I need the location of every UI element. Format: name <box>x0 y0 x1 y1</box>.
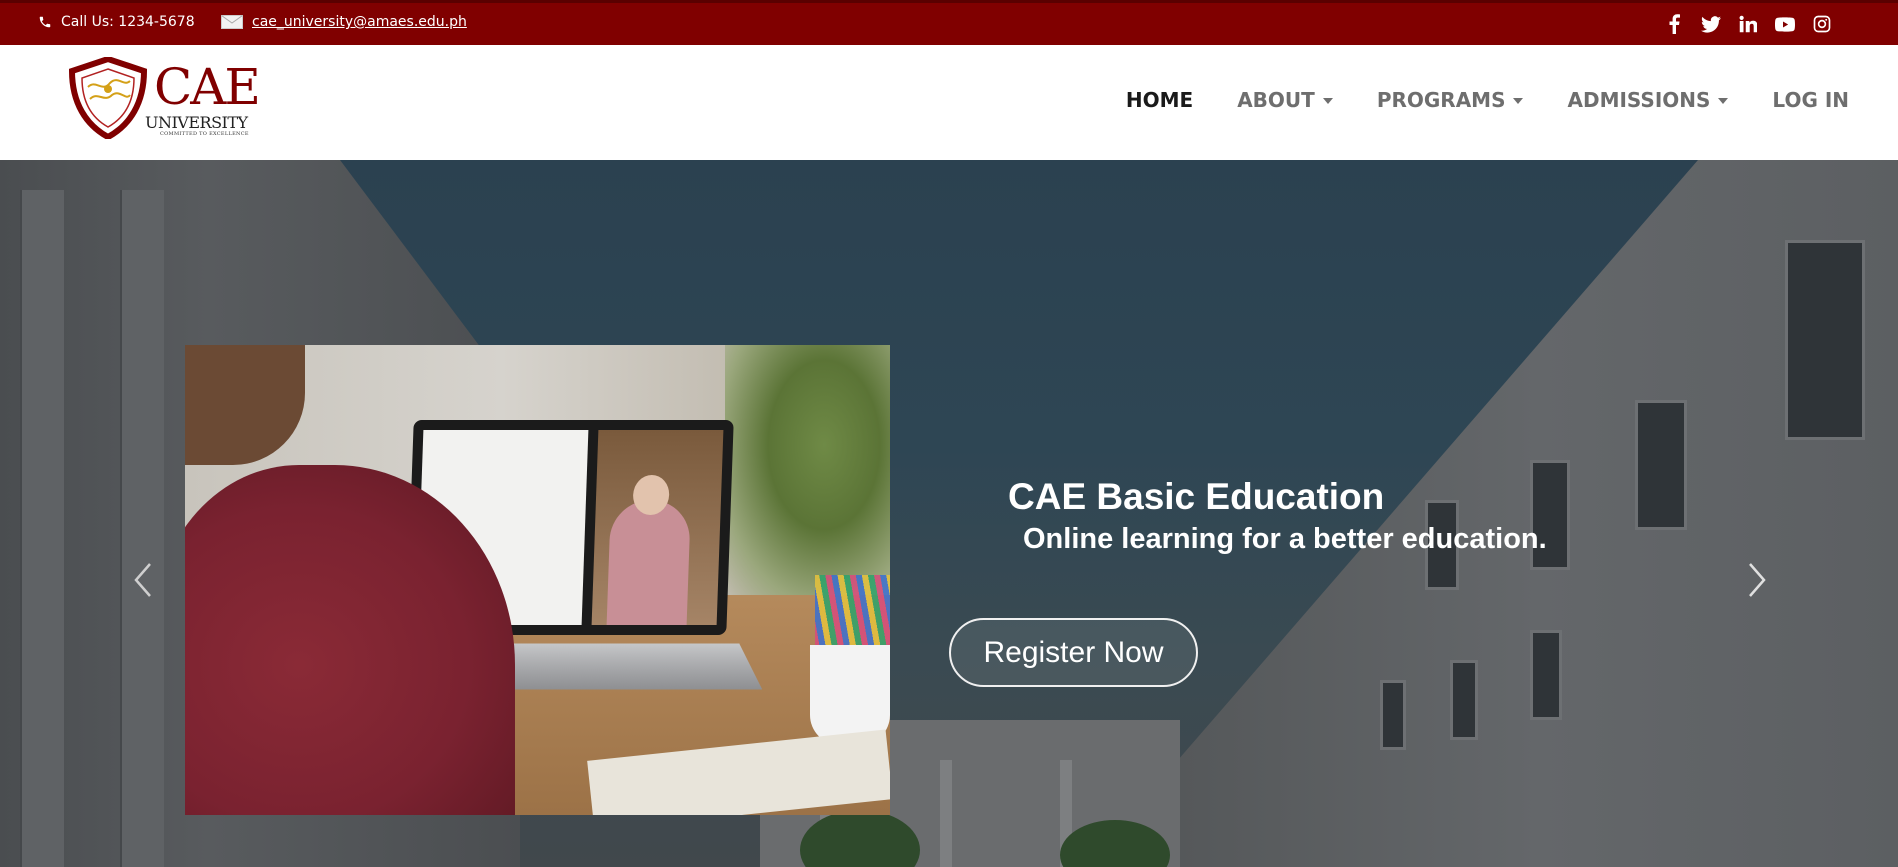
nav-about-label: ABOUT <box>1237 88 1315 112</box>
nav-home[interactable]: HOME <box>1126 88 1193 112</box>
hero-carousel: CAE Basic Education Online learning for … <box>0 160 1898 867</box>
logo-university-text: UNIVERSITY <box>145 113 248 132</box>
nav-programs[interactable]: PROGRAMS <box>1377 88 1524 112</box>
university-logo[interactable]: CAE UNIVERSITY COMMITTED TO EXCELLENCE <box>68 57 268 147</box>
building-window <box>1635 400 1687 530</box>
nav-login-label: LOG IN <box>1772 88 1849 112</box>
chevron-left-icon[interactable] <box>128 560 158 600</box>
top-contact-bar: Call Us: 1234-5678 cae_university@amaes.… <box>0 0 1898 45</box>
instagram-icon[interactable] <box>1812 14 1832 34</box>
linkedin-icon[interactable] <box>1738 14 1758 34</box>
building-window <box>1530 630 1562 720</box>
nav-programs-label: PROGRAMS <box>1376 88 1506 112</box>
caret-down-icon <box>1718 98 1729 104</box>
shield-emblem-icon <box>68 57 148 139</box>
youtube-icon[interactable] <box>1775 14 1795 34</box>
slide-subtitle: Online learning for a better education. <box>1023 523 1547 555</box>
main-menu: HOME ABOUT PROGRAMS ADMISSIONS LOG IN <box>1126 88 1849 112</box>
building-window <box>1380 680 1406 750</box>
slide-title: CAE Basic Education <box>1008 476 1385 517</box>
building-window <box>1450 660 1478 740</box>
slide-photo-online-class <box>185 345 890 815</box>
logo-cae-text: CAE <box>154 58 261 116</box>
nav-about[interactable]: ABOUT <box>1237 88 1333 112</box>
facebook-icon[interactable] <box>1664 14 1684 34</box>
email-link[interactable]: cae_university@amaes.edu.ph <box>252 14 467 30</box>
phone-contact[interactable]: Call Us: 1234-5678 <box>38 14 195 30</box>
main-navbar: CAE UNIVERSITY COMMITTED TO EXCELLENCE H… <box>0 45 1898 160</box>
phone-icon <box>38 15 52 29</box>
nav-home-label: HOME <box>1125 88 1194 112</box>
social-links <box>1664 14 1832 34</box>
chevron-right-icon[interactable] <box>1742 560 1772 600</box>
nav-admissions[interactable]: ADMISSIONS <box>1567 88 1729 112</box>
nav-login[interactable]: LOG IN <box>1772 88 1849 112</box>
twitter-icon[interactable] <box>1701 14 1721 34</box>
building-window <box>1785 240 1865 440</box>
email-contact[interactable]: cae_university@amaes.edu.ph <box>221 14 467 30</box>
nav-admissions-label: ADMISSIONS <box>1567 88 1711 112</box>
register-now-button[interactable]: Register Now <box>949 618 1198 687</box>
phone-number: Call Us: 1234-5678 <box>61 14 195 30</box>
logo-tagline: COMMITTED TO EXCELLENCE <box>160 131 249 137</box>
envelope-icon <box>221 15 243 29</box>
caret-down-icon <box>1322 98 1333 104</box>
caret-down-icon <box>1513 98 1524 104</box>
